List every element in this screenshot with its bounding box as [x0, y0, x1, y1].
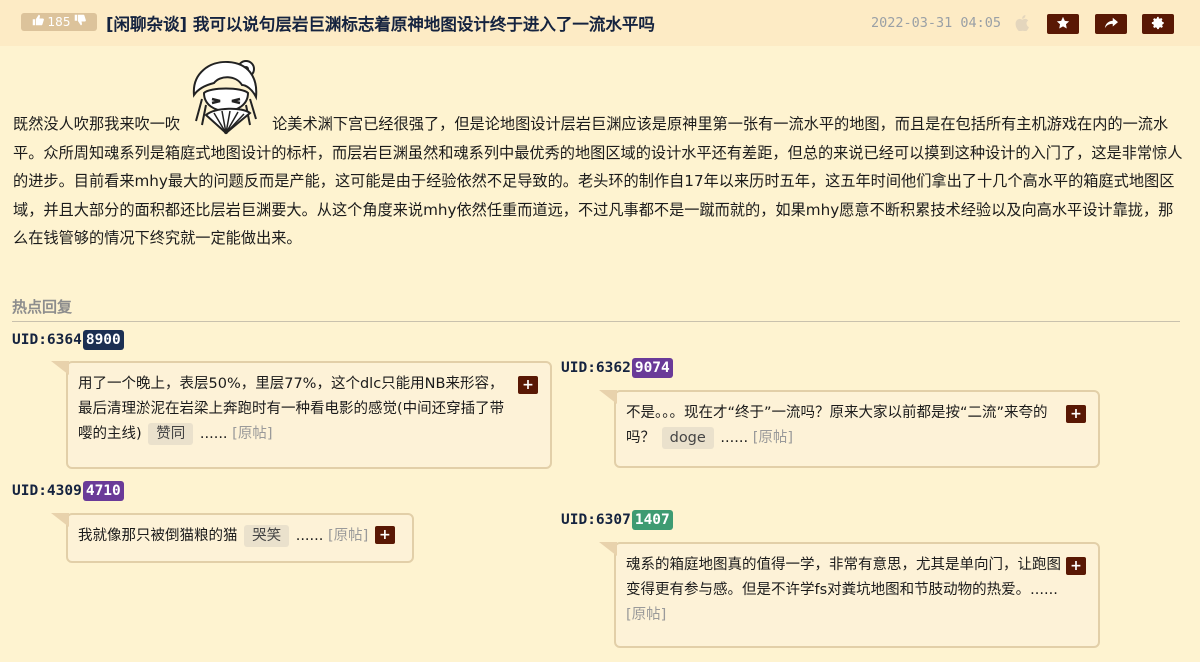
favorite-button[interactable] — [1047, 14, 1079, 34]
reply-emoji-tag: 赞同 — [148, 423, 194, 445]
reply-author[interactable]: UID:4309 4710 — [12, 481, 124, 501]
thumb-down-icon[interactable] — [74, 13, 87, 31]
vote-count: 185 — [47, 15, 71, 29]
emoji-sticker — [180, 55, 273, 137]
ellipsis: ...... — [720, 430, 749, 446]
add-reply-button[interactable]: + — [518, 376, 538, 394]
ellipsis: ...... — [199, 426, 228, 442]
post-text-intro: 既然没人吹那我来吹一吹 — [13, 115, 181, 133]
star-icon — [1056, 15, 1070, 34]
original-post-link[interactable]: [原帖] — [328, 528, 368, 544]
reply-bubble: 我就像那只被倒猫粮的猫 哭笑 ...... [原帖] + — [66, 513, 414, 563]
reply-bubble: 用了一个晚上，表层50%，里层77%，这个dlc只能用NB来形容，最后清理淤泥在… — [66, 361, 552, 469]
uid-badge: 1407 — [631, 510, 673, 530]
reply-author[interactable]: UID:6362 9074 — [561, 358, 673, 378]
uid-badge: 8900 — [82, 330, 124, 350]
share-icon — [1104, 15, 1118, 34]
post-time: 2022-03-31 04:05 — [871, 15, 1002, 31]
reply-author[interactable]: UID:6364 8900 — [12, 330, 124, 350]
uid-prefix: UID:6362 — [561, 360, 631, 376]
uid-prefix: UID:4309 — [12, 483, 82, 499]
reply-emoji-tag: 哭笑 — [244, 525, 290, 547]
reply-text: 魂系的箱庭地图真的值得一学，非常有意思，尤其是单向门，让跑图变得更有参与感。但是… — [626, 557, 1061, 598]
post-body: 既然没人吹那我来吹一吹 论美术渊下宫已经很强了，但是论地图设计层岩巨渊应该是原神… — [13, 55, 1183, 253]
section-divider — [12, 321, 1180, 322]
gear-icon — [1151, 15, 1165, 34]
vote-widget: 185 — [21, 13, 97, 31]
reply-emoji-tag: doge — [661, 427, 714, 449]
post-header: 185 [闲聊杂谈] 我可以说句层岩巨渊标志着原神地图设计终于进入了一流水平吗 … — [0, 0, 1200, 46]
share-button[interactable] — [1095, 14, 1127, 34]
original-post-link[interactable]: [原帖] — [232, 426, 272, 442]
uid-prefix: UID:6364 — [12, 332, 82, 348]
ellipsis: ...... — [295, 528, 324, 544]
add-reply-button[interactable]: + — [374, 526, 395, 544]
original-post-link[interactable]: [原帖] — [753, 430, 793, 446]
reply-text: 用了一个晚上，表层50%，里层77%，这个dlc只能用NB来形容，最后清理淤泥在… — [78, 376, 505, 442]
apple-icon — [1015, 15, 1029, 32]
original-post-link[interactable]: [原帖] — [626, 607, 666, 623]
reply-bubble: 魂系的箱庭地图真的值得一学，非常有意思，尤其是单向门，让跑图变得更有参与感。但是… — [614, 542, 1100, 648]
add-reply-button[interactable]: + — [1066, 557, 1086, 575]
uid-badge: 9074 — [631, 358, 673, 378]
settings-button[interactable] — [1142, 14, 1174, 34]
ellipsis: ...... — [1030, 582, 1058, 598]
reply-bubble: 不是。。。现在才“终于”一流吗？原来大家以前都是按“二流”来夸的吗？ doge … — [614, 390, 1100, 468]
uid-prefix: UID:6307 — [561, 512, 631, 528]
add-reply-button[interactable]: + — [1066, 405, 1086, 423]
hot-replies-title: 热点回复 — [12, 298, 73, 316]
post-title: [闲聊杂谈] 我可以说句层岩巨渊标志着原神地图设计终于进入了一流水平吗 — [106, 15, 655, 34]
thumb-up-icon[interactable] — [32, 13, 44, 31]
uid-badge: 4710 — [82, 481, 124, 501]
reply-text: 我就像那只被倒猫粮的猫 — [78, 528, 238, 544]
reply-author[interactable]: UID:6307 1407 — [561, 510, 673, 530]
